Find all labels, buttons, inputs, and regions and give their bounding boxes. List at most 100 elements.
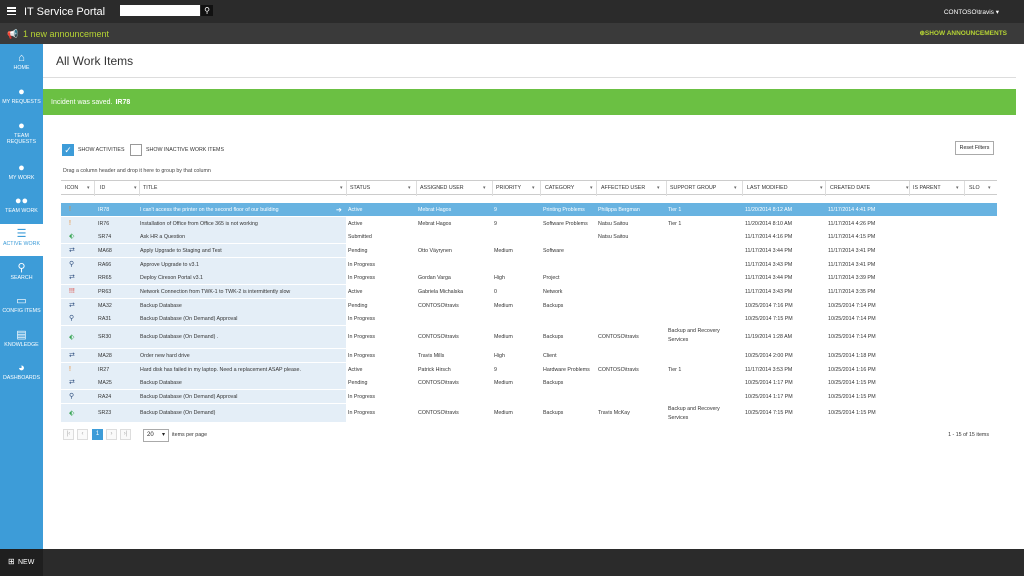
table-row[interactable]: ⇄ MA28 Order new hard drive In Progress Trav…	[61, 349, 997, 362]
row-status: In Progress	[348, 274, 376, 281]
table-row[interactable]: ⚲ RA66 Approve Upgrade to v3.1 In Progress 1…	[61, 258, 997, 271]
user-menu[interactable]: CONTOSO\travis ▾	[944, 8, 999, 16]
column-header-support-group[interactable]: SUPPORT GROUP ▾	[670, 185, 737, 191]
table-row[interactable]: ⬖ SR23 Backup Database (On Demand) In Progr…	[61, 404, 997, 422]
table-row[interactable]: ⚲ RA24 Backup Database (On Demand) Approva…	[61, 390, 997, 403]
row-id: RR65	[98, 274, 112, 281]
sidebar-item-home[interactable]: ⌂ HOME	[0, 52, 43, 82]
row-title[interactable]: Network Connection from TWK-1 to TWK-2 i…	[140, 289, 290, 295]
table-row[interactable]: ⇄ MA25 Backup Database Pending CONTOSO\travi…	[61, 376, 997, 389]
column-header-assigned-user[interactable]: ASSIGNED USER ▾	[420, 185, 486, 191]
work-item-type-icon: !	[69, 220, 71, 227]
sidebar-item-my-requests[interactable]: ● MY REQUESTS	[0, 86, 43, 112]
app-title: IT Service Portal	[24, 6, 106, 18]
sidebar-item-knowledge[interactable]: ▤ KNOWLEDGE	[0, 329, 43, 353]
sidebar-item-dashboards[interactable]: ◕ DASHBOARDS	[0, 362, 43, 386]
row-title[interactable]: Deploy Cireson Portal v3.1	[140, 275, 203, 281]
row-category: Backups	[543, 379, 564, 386]
row-title[interactable]: Backup Database (On Demand)	[140, 410, 215, 416]
row-priority: 9	[494, 206, 497, 213]
row-created-date: 11/17/2014 3:41 PM	[828, 247, 876, 254]
column-header-priority[interactable]: PRIORITY ▾	[496, 185, 535, 191]
reset-filters-button[interactable]: Reset Filters	[955, 141, 994, 155]
table-row[interactable]: ! IR78 I can't access the printer on the s…	[61, 203, 997, 216]
table-row[interactable]: !!! PR63 Network Connection from TWK-1 to …	[61, 285, 997, 298]
open-arrow-icon[interactable]: ➔	[336, 206, 342, 214]
show-announcements-label: SHOW ANNOUNCEMENTS	[924, 30, 1007, 37]
row-title[interactable]: Apply Upgrade to Staging and Test	[140, 248, 222, 254]
column-header-slo[interactable]: SLO ▾	[969, 185, 991, 191]
show-activities-checkbox[interactable]: ✓	[62, 144, 74, 156]
row-title[interactable]: Ask HR a Question	[140, 234, 185, 240]
search-input[interactable]	[120, 5, 200, 16]
sidebar-item-search[interactable]: ⚲ SEARCH	[0, 262, 43, 286]
column-header-category[interactable]: CATEGORY ▾	[545, 185, 593, 191]
column-header-title[interactable]: TITLE ▾	[143, 185, 343, 191]
sidebar-item-label: KNOWLEDGE	[4, 342, 39, 348]
column-header-is-parent[interactable]: IS PARENT ▾	[913, 185, 959, 191]
row-title[interactable]: Approve Upgrade to v3.1	[140, 262, 199, 268]
table-row[interactable]: ⬖ SR30 Backup Database (On Demand) . In Pro…	[61, 326, 997, 348]
row-category: Hardware Problems	[543, 366, 590, 373]
row-title[interactable]: Order new hard drive	[140, 353, 190, 359]
column-header-created-date[interactable]: CREATED DATE ▾	[830, 185, 909, 191]
row-created-date: 10/25/2014 7:14 PM	[828, 334, 876, 340]
announcement-bar: 📢 1 new announcement ⊕SHOW ANNOUNCEMENTS	[0, 23, 1024, 44]
new-button[interactable]: ⊞ NEW	[0, 549, 43, 576]
row-status: Pending	[348, 379, 368, 386]
row-status: In Progress	[348, 393, 376, 400]
checkmark-icon: ✓	[64, 145, 72, 155]
row-title[interactable]: Backup Database	[140, 303, 182, 309]
sidebar-item-label: TEAM WORK	[5, 208, 38, 214]
hamburger-menu-icon[interactable]	[7, 7, 16, 16]
sidebar-item-my-work[interactable]: ● MY WORK	[0, 162, 43, 186]
table-row[interactable]: ⇄ RR65 Deploy Cireson Portal v3.1 In Progre…	[61, 271, 997, 284]
table-row[interactable]: ! IR27 Hard disk has failed in my laptop. …	[61, 363, 997, 376]
page-1-button[interactable]: 1	[92, 429, 103, 440]
sidebar-item-team-work[interactable]: ●● TEAM WORK	[0, 195, 43, 220]
next-page-button[interactable]: ›	[106, 429, 117, 440]
sidebar-item-active-work[interactable]: ☰ ACTIVE WORK	[0, 224, 43, 256]
column-header-affected-user[interactable]: AFFECTED USER ▾	[601, 185, 660, 191]
search-button[interactable]: ⚲	[201, 5, 213, 16]
first-page-button[interactable]: |‹	[63, 429, 74, 440]
row-title[interactable]: Backup Database (On Demand) .	[140, 334, 218, 340]
row-title[interactable]: Backup Database	[140, 380, 182, 386]
column-header-status[interactable]: STATUS ▾	[350, 185, 411, 191]
row-priority: Medium	[494, 334, 513, 340]
table-row[interactable]: ⇄ MA32 Backup Database Pending CONTOSO\travi…	[61, 299, 997, 312]
column-header-last-modified[interactable]: LAST MODIFIED ▾	[747, 185, 823, 191]
column-header-id[interactable]: ID ▾	[100, 185, 137, 191]
row-assigned-user: CONTOSO\travis	[418, 302, 459, 309]
row-id: MA25	[98, 379, 112, 386]
page-size-select[interactable]: 20 ▾	[143, 429, 169, 442]
column-header-icon[interactable]: ICON ▾	[65, 185, 90, 191]
row-last-modified: 10/25/2014 7:16 PM	[745, 302, 793, 309]
show-inactive-checkbox[interactable]	[130, 144, 142, 156]
row-title[interactable]: Backup Database (On Demand) Approval	[140, 316, 237, 322]
sidebar-item-config-items[interactable]: ▭ CONFIG ITEMS	[0, 295, 43, 319]
row-affected-user: Natsu Saitou	[598, 220, 629, 227]
row-assigned-user: Gordan Varga	[418, 274, 451, 281]
success-alert: Incident was saved. IR78	[43, 89, 1016, 115]
row-title[interactable]: Installation of Office from Office 365 i…	[140, 221, 258, 227]
show-announcements-button[interactable]: ⊕SHOW ANNOUNCEMENTS	[919, 29, 1007, 37]
table-row[interactable]: ! IR76 Installation of Office from Office …	[61, 217, 997, 230]
table-row[interactable]: ⚲ RA31 Backup Database (On Demand) Approva…	[61, 312, 997, 325]
row-title[interactable]: Hard disk has failed in my laptop. Need …	[140, 367, 301, 373]
row-priority: Medium	[494, 410, 513, 416]
row-title[interactable]: Backup Database (On Demand) Approval	[140, 394, 237, 400]
table-row[interactable]: ⇄ MA68 Apply Upgrade to Staging and Test Pe…	[61, 244, 997, 257]
row-title[interactable]: I can't access the printer on the second…	[140, 207, 279, 213]
announcement-text[interactable]: 1 new announcement	[23, 29, 109, 39]
table-row[interactable]: ⬖ SR74 Ask HR a Question Submitted Natsu Sai…	[61, 230, 997, 243]
row-status: Submitted	[348, 233, 372, 240]
row-last-modified: 11/17/2014 3:53 PM	[745, 366, 793, 373]
row-category: Backups	[543, 302, 564, 309]
sidebar-item-team-requests[interactable]: ● TEAM REQUESTS	[0, 120, 43, 154]
row-last-modified: 10/25/2014 1:17 PM	[745, 379, 793, 386]
prev-page-button[interactable]: ‹	[77, 429, 88, 440]
last-page-button[interactable]: ›|	[120, 429, 131, 440]
user-name: CONTOSO\travis	[943, 9, 994, 16]
row-status: Pending	[348, 247, 368, 254]
